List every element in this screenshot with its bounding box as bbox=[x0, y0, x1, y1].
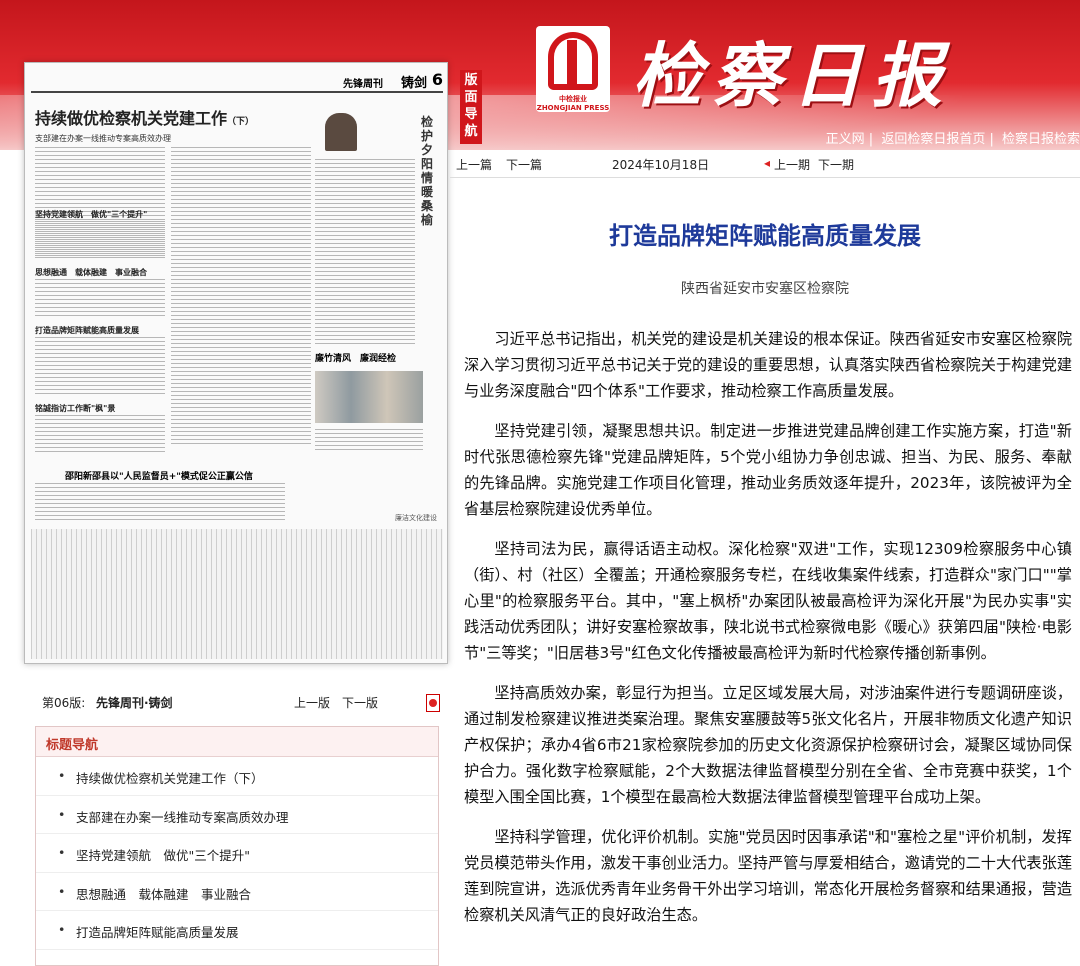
page-label: 第06版: bbox=[42, 696, 86, 710]
bullet-icon: • bbox=[58, 922, 66, 937]
title-navigation: 标题导航 • 持续做优检察机关党建工作（下） • 支部建在办案一线推动专案高质效办理… bbox=[35, 726, 439, 966]
thumb-text-block bbox=[35, 415, 165, 455]
thumb-sec1[interactable]: 坚持党建领航 做优"三个提升" bbox=[35, 209, 147, 220]
thumb-sec4[interactable]: 铭誠指访工作断"枫"景 bbox=[35, 403, 115, 414]
pdf-icon[interactable] bbox=[426, 694, 440, 712]
thumb-text-block bbox=[35, 279, 165, 319]
article-author: 陕西省延安市安塞区检察院 bbox=[681, 281, 849, 297]
thumb-header: 先锋周刊 铸剑 6 bbox=[31, 69, 443, 93]
thumb-text-block bbox=[35, 221, 165, 261]
page-name: 先锋周刊·铸剑 bbox=[96, 696, 173, 710]
thumb-text-block bbox=[315, 159, 415, 345]
prev-article-link[interactable]: 上一篇 bbox=[456, 156, 492, 173]
thumb-subhead[interactable]: 支部建在办案一线推动专案高质效办理 bbox=[35, 133, 171, 144]
title-nav-item[interactable]: • 思想融通 载体融建 事业融合 bbox=[36, 873, 438, 911]
thumb-column: 铸剑 bbox=[400, 76, 427, 91]
thumb-portrait bbox=[325, 113, 357, 151]
prev-page-link[interactable]: 上一版 bbox=[294, 694, 330, 711]
article-navbar: 上一篇 下一篇 2024年10月18日 ◂ 上一期 下一期 bbox=[450, 150, 1080, 178]
bullet-icon: • bbox=[58, 806, 66, 822]
link-home[interactable]: 返回检察日报首页 bbox=[881, 132, 985, 147]
layout-guide-tab[interactable]: 版面导航 bbox=[460, 70, 482, 144]
next-issue-link[interactable]: 下一期 bbox=[818, 156, 854, 173]
bullet-icon: • bbox=[58, 845, 66, 860]
bullet-icon: • bbox=[58, 768, 66, 783]
article-paragraph: 习近平总书记指出，机关党的建设是机关建设的根本保证。陕西省延安市安塞区检察院深入… bbox=[464, 330, 1072, 400]
page-bar: 第06版: 先锋周刊·铸剑 上一版 下一版 bbox=[42, 694, 442, 714]
masthead-title: 检察日报 bbox=[632, 34, 952, 117]
thumb-sec2[interactable]: 思想融通 载体融建 事业融合 bbox=[35, 267, 147, 278]
thumb-vertical-head[interactable]: 检护夕阳 情暖桑榆 bbox=[421, 115, 445, 227]
thumb-section: 先锋周刊 bbox=[343, 79, 383, 90]
thumb-text-block bbox=[315, 429, 423, 453]
link-search[interactable]: 检察日报检索 bbox=[1002, 132, 1080, 147]
article-title: 打造品牌矩阵赋能高质量发展 bbox=[609, 222, 921, 250]
issue-date: 2024年10月18日 bbox=[612, 158, 710, 172]
link-zhengyi[interactable]: 正义网 bbox=[826, 132, 865, 147]
next-page-link[interactable]: 下一版 bbox=[342, 694, 378, 711]
article-body: 习近平总书记指出，机关党的建设是机关建设的根本保证。陕西省延安市安塞区检察院深入… bbox=[464, 326, 1072, 942]
thumb-sec3[interactable]: 打造品牌矩阵赋能高质量发展 bbox=[35, 325, 139, 336]
article-paragraph: 坚持科学管理，优化评价机制。实施"党员因时因事承诺"和"塞检之星"评价机制，发挥… bbox=[464, 828, 1072, 924]
title-nav-item[interactable]: • 坚持党建领航 做优"三个提升" bbox=[36, 834, 438, 873]
logo-press-text: 中检报业 ZHONGJIAN PRESS bbox=[536, 95, 610, 112]
prev-issue-link[interactable]: 上一期 bbox=[774, 156, 810, 173]
article-panel: 上一篇 下一篇 2024年10月18日 ◂ 上一期 下一期 打造品牌矩阵赋能高质… bbox=[450, 150, 1080, 964]
thumb-text-block bbox=[171, 147, 311, 447]
thumb-side-head[interactable]: 廉竹清风 廉润经检 bbox=[315, 351, 396, 364]
thumb-photo bbox=[315, 371, 423, 423]
press-logo[interactable]: 中检报业 ZHONGJIAN PRESS bbox=[536, 26, 610, 112]
title-nav-item[interactable]: • 支部建在办案一线推动专案高质效办理 bbox=[36, 796, 438, 834]
thumb-bottom-section bbox=[31, 529, 443, 659]
thumb-stamp: 廉洁文化建设 bbox=[395, 514, 437, 522]
title-nav-heading: 标题导航 bbox=[36, 727, 438, 757]
bullet-icon: • bbox=[58, 883, 66, 899]
article-paragraph: 坚持司法为民，赢得话语主动权。深化检察"双进"工作，实现12309检察服务中心镇… bbox=[464, 540, 1072, 662]
thumb-bottom-head[interactable]: 邵阳新邵县以"人民监督员+"模式促公正赢公信 bbox=[65, 469, 253, 482]
next-article-link[interactable]: 下一篇 bbox=[506, 156, 542, 173]
top-links: 正义网 | 返回检察日报首页 | 检察日报检索 bbox=[825, 132, 1080, 147]
thumb-text-block bbox=[35, 337, 165, 397]
thumb-page-number: 6 bbox=[431, 70, 443, 89]
article-paragraph: 坚持高质效办案，彰显行为担当。立足区域发展大局，对涉油案件进行专题调研座谈，通过… bbox=[464, 684, 1072, 806]
article-paragraph: 坚持党建引领，凝聚思想共识。制定进一步推进党建品牌创建工作实施方案，打造"新时代… bbox=[464, 422, 1072, 518]
title-nav-item[interactable]: • 打造品牌矩阵赋能高质量发展 bbox=[36, 911, 438, 950]
title-nav-item[interactable]: • 持续做优检察机关党建工作（下） bbox=[36, 757, 438, 796]
thumb-headline[interactable]: 持续做优检察机关党建工作（下） bbox=[35, 105, 254, 129]
logo-pen-icon bbox=[567, 40, 577, 84]
page-thumbnail[interactable]: 先锋周刊 铸剑 6 持续做优检察机关党建工作（下） 支部建在办案一线推动专案高质… bbox=[24, 62, 448, 664]
prev-issue-arrow-icon: ◂ bbox=[764, 156, 771, 170]
thumb-text-block bbox=[35, 483, 285, 523]
